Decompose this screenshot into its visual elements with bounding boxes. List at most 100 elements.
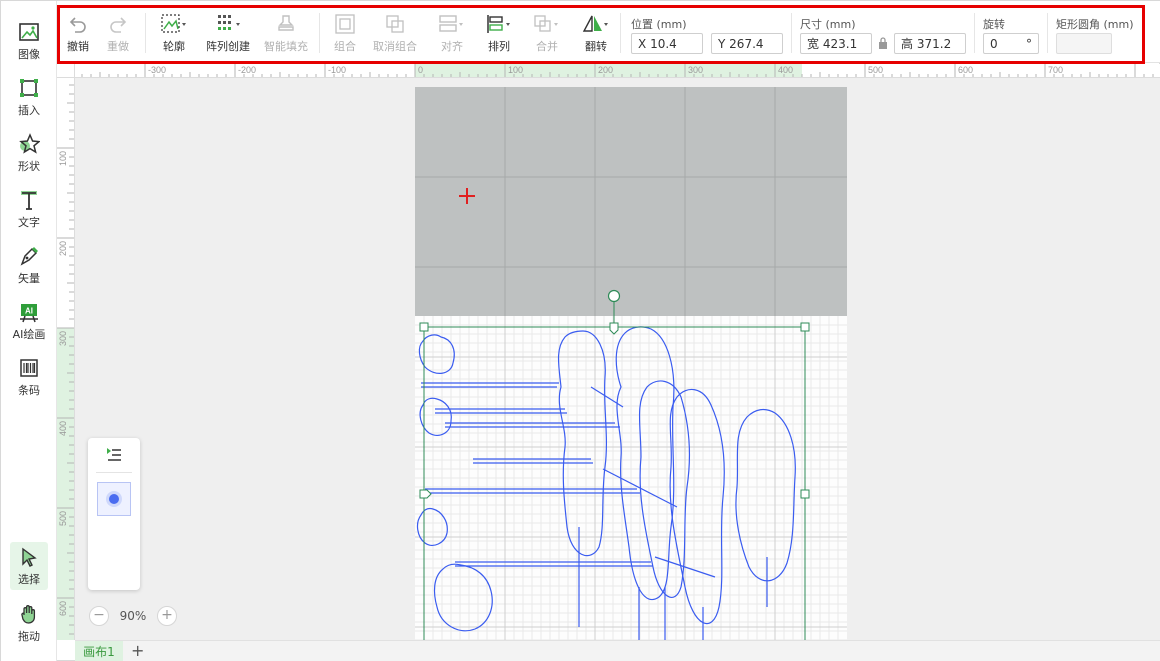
ruler-top-label: 600 bbox=[958, 65, 973, 75]
size-width-value: 423.1 bbox=[822, 36, 858, 51]
ruler-top-label: 500 bbox=[868, 65, 883, 75]
sidebar-item-label: AI绘画 bbox=[12, 328, 46, 341]
sidebar-item-drag[interactable]: 拖动 bbox=[1, 599, 57, 649]
merge-button[interactable]: 合并 bbox=[533, 13, 561, 54]
sidebar-item-image[interactable]: 图像 bbox=[1, 17, 57, 67]
redo-button[interactable]: 重做 bbox=[107, 13, 129, 54]
ruler-top-label: 700 bbox=[1048, 65, 1063, 75]
size-width-label: 宽 bbox=[807, 37, 820, 51]
inactive-area bbox=[415, 87, 847, 316]
array-grid-icon bbox=[218, 15, 240, 30]
group-icon bbox=[335, 14, 355, 34]
layer-dot-icon bbox=[109, 494, 119, 504]
add-page-button[interactable]: + bbox=[131, 642, 144, 660]
sidebar-item-label: 形状 bbox=[18, 160, 40, 173]
position-title: 位置 (mm) bbox=[631, 18, 687, 31]
position-x-field[interactable]: X 10.4 bbox=[631, 33, 703, 54]
zoom-control: − 90% + bbox=[89, 605, 177, 627]
merge-label: 合并 bbox=[536, 40, 558, 53]
size-height-value: 371.2 bbox=[916, 36, 952, 51]
redo-icon bbox=[110, 17, 127, 33]
corner-radius-field[interactable] bbox=[1056, 33, 1112, 54]
size-title: 尺寸 (mm) bbox=[800, 18, 856, 31]
page-tab-canvas1[interactable]: 画布1 bbox=[75, 641, 123, 661]
arrange-button[interactable]: 排列 bbox=[485, 13, 513, 54]
position-x-label: X bbox=[638, 36, 647, 51]
sidebar-item-label: 图像 bbox=[18, 48, 40, 61]
pen-icon bbox=[20, 247, 38, 266]
canvas-workspace[interactable] bbox=[75, 78, 1160, 640]
ruler-top-label: 100 bbox=[508, 65, 523, 75]
sidebar-item-insert[interactable]: 插入 bbox=[1, 73, 57, 123]
zoom-out-button[interactable]: − bbox=[89, 606, 109, 626]
align-icon bbox=[439, 15, 463, 32]
rotation-value: 0 bbox=[990, 36, 998, 51]
toolbar-divider bbox=[791, 13, 792, 53]
sidebar-item-select[interactable]: 选择 bbox=[1, 542, 57, 592]
ruler-left-label: 600 bbox=[58, 601, 68, 616]
group-button[interactable]: 组合 bbox=[334, 13, 356, 54]
text-icon bbox=[21, 191, 37, 210]
page-tabs-bar: 画布1 + bbox=[75, 640, 1160, 661]
ruler-left-graphic: 100 200 300 400 500 600 bbox=[57, 84, 74, 640]
star-shape-icon bbox=[19, 133, 40, 154]
align-button[interactable]: 对齐 bbox=[438, 13, 466, 54]
sidebar-item-ai-draw[interactable]: AI AI绘画 bbox=[1, 297, 57, 347]
layer-list-icon[interactable] bbox=[105, 447, 123, 463]
design-canvas[interactable] bbox=[415, 87, 847, 640]
undo-button[interactable]: 撤销 bbox=[67, 13, 89, 54]
layer-panel-divider bbox=[96, 472, 132, 473]
size-width-field[interactable]: 宽 423.1 bbox=[800, 33, 872, 54]
position-y-value: 267.4 bbox=[729, 36, 764, 51]
array-create-button[interactable]: 阵列创建 bbox=[206, 13, 250, 54]
insert-frame-icon bbox=[20, 79, 38, 97]
ai-icon: AI bbox=[20, 304, 38, 323]
image-icon bbox=[19, 23, 39, 41]
rotation-unit: ° bbox=[1026, 36, 1032, 51]
ungroup-icon bbox=[386, 15, 404, 33]
barcode-icon bbox=[20, 359, 38, 377]
ungroup-button[interactable]: 取消组合 bbox=[373, 13, 417, 54]
ruler-top-label: 0 bbox=[418, 65, 423, 75]
zoom-in-button[interactable]: + bbox=[157, 606, 177, 626]
size-height-field[interactable]: 高 371.2 bbox=[894, 33, 966, 54]
ruler-left-label: 400 bbox=[58, 421, 68, 436]
array-create-label: 阵列创建 bbox=[206, 40, 250, 53]
ruler-corner bbox=[57, 64, 75, 78]
resize-handle-top-right[interactable] bbox=[800, 322, 810, 332]
smart-fill-label: 智能填充 bbox=[264, 40, 308, 53]
ai-badge: AI bbox=[25, 307, 33, 316]
resize-handle-right[interactable] bbox=[800, 489, 810, 499]
ruler-top: -300 -200 -100 0 100 200 300 400 500 600 700 bbox=[75, 64, 1160, 78]
sidebar-item-label: 条码 bbox=[18, 384, 40, 397]
sidebar-item-vector[interactable]: 矢量 bbox=[1, 241, 57, 291]
ungroup-label: 取消组合 bbox=[373, 40, 417, 53]
ruler-top-label: 200 bbox=[598, 65, 613, 75]
flip-label: 翻转 bbox=[585, 40, 607, 53]
rotate-handle[interactable] bbox=[607, 289, 621, 303]
flip-button[interactable]: 翻转 bbox=[581, 13, 611, 54]
smart-fill-button[interactable]: 智能填充 bbox=[264, 13, 308, 54]
layer-item[interactable] bbox=[97, 482, 131, 516]
toolbar-divider bbox=[1047, 13, 1048, 53]
ruler-top-label: 300 bbox=[688, 65, 703, 75]
sidebar-item-label: 选择 bbox=[18, 573, 40, 586]
position-y-field[interactable]: Y 267.4 bbox=[711, 33, 783, 54]
stamp-icon bbox=[278, 15, 294, 31]
sidebar-item-text[interactable]: 文字 bbox=[1, 185, 57, 235]
toolbar-divider bbox=[620, 13, 621, 53]
lock-icon[interactable] bbox=[878, 37, 888, 49]
zoom-level: 90% bbox=[119, 609, 147, 623]
position-x-value: 10.4 bbox=[650, 36, 677, 51]
ruler-top-label: -300 bbox=[148, 65, 166, 75]
layer-panel bbox=[88, 438, 140, 590]
rotation-title: 旋转 bbox=[983, 18, 1005, 31]
sidebar-item-shape[interactable]: 形状 bbox=[1, 129, 57, 179]
outline-label: 轮廓 bbox=[163, 40, 185, 53]
undo-icon bbox=[69, 17, 86, 33]
sidebar-item-barcode[interactable]: 条码 bbox=[1, 353, 57, 403]
ruler-left-label: 100 bbox=[58, 151, 68, 166]
outline-button[interactable]: 轮廓 bbox=[160, 13, 188, 54]
resize-handle-top-left[interactable] bbox=[419, 322, 429, 332]
rotation-field[interactable]: 0 ° bbox=[983, 33, 1039, 54]
